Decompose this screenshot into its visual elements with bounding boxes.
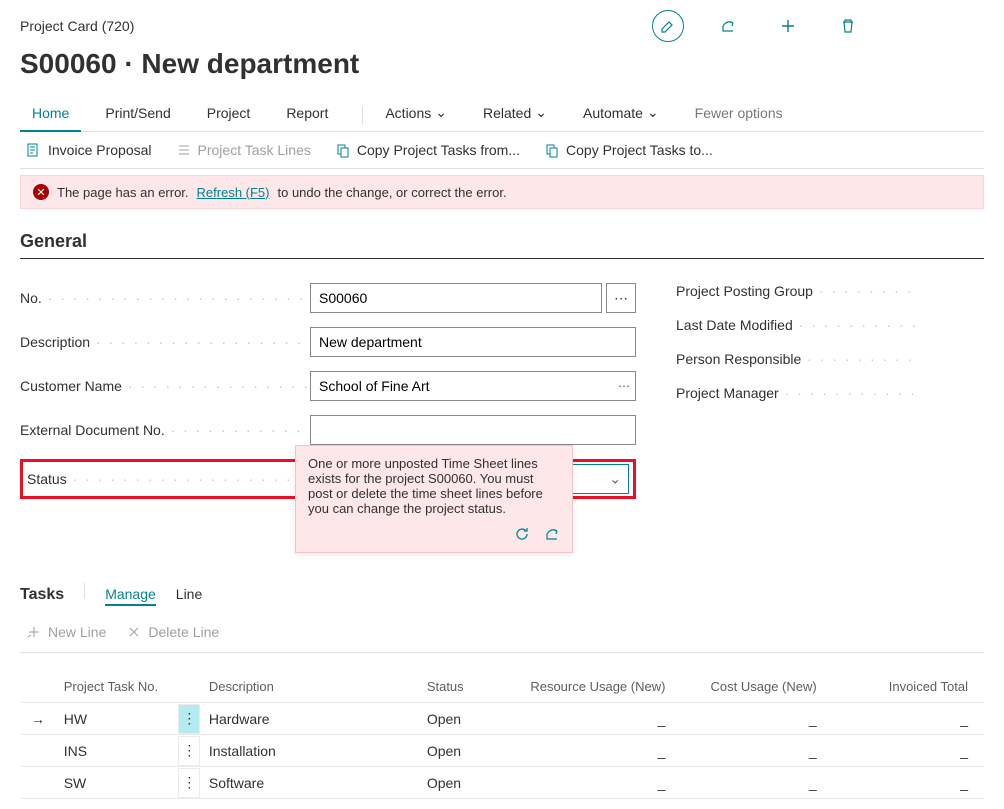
- tooltip-refresh-button[interactable]: [514, 526, 530, 542]
- new-button[interactable]: [772, 10, 804, 42]
- delete-line-icon: [126, 624, 142, 640]
- chevron-down-icon: ⌄: [647, 104, 659, 121]
- delete-line-button: Delete Line: [126, 624, 219, 640]
- cell-description[interactable]: Installation: [201, 743, 427, 759]
- copy-from-icon: [335, 142, 351, 158]
- tasks-title: Tasks: [20, 586, 64, 604]
- cell-task-no[interactable]: HW: [56, 711, 179, 727]
- col-resource-usage[interactable]: Resource Usage (New): [530, 679, 681, 694]
- invoice-icon: [26, 142, 42, 158]
- cell-resource-usage: _: [530, 743, 681, 759]
- table-row[interactable]: →HW⋮HardwareOpen___: [20, 703, 984, 735]
- tab-print[interactable]: Print/Send: [93, 99, 182, 131]
- cell-status[interactable]: Open: [427, 711, 530, 727]
- label-project-posting-group: Project Posting Group: [676, 283, 916, 299]
- cell-resource-usage: _: [530, 775, 681, 791]
- cell-task-no[interactable]: SW: [56, 775, 179, 791]
- chevron-down-icon: ⌄: [535, 104, 547, 121]
- tasks-tab-manage[interactable]: Manage: [105, 586, 156, 606]
- cell-status[interactable]: Open: [427, 775, 530, 791]
- divider: [362, 106, 363, 124]
- chevron-down-icon: ⌄: [435, 104, 447, 121]
- col-status[interactable]: Status: [427, 679, 530, 694]
- label-description: Description: [20, 334, 310, 350]
- cell-task-no[interactable]: INS: [56, 743, 179, 759]
- table-row[interactable]: INS⋮InstallationOpen___: [20, 735, 984, 767]
- col-cost-usage[interactable]: Cost Usage (New): [681, 679, 832, 694]
- tab-home[interactable]: Home: [20, 99, 81, 131]
- copy-tasks-from-button[interactable]: Copy Project Tasks from...: [335, 142, 520, 158]
- cell-status[interactable]: Open: [427, 743, 530, 759]
- section-general[interactable]: General: [20, 231, 984, 259]
- refresh-link[interactable]: Refresh (F5): [197, 185, 270, 200]
- label-external-doc: External Document No.: [20, 422, 310, 438]
- tasks-grid: Project Task No. Description Status Reso…: [20, 671, 984, 799]
- cell-invoiced-total: _: [833, 775, 984, 791]
- col-invoiced-total[interactable]: Invoiced Total: [833, 679, 984, 694]
- new-line-button: New Line: [26, 624, 106, 640]
- input-external-doc[interactable]: [310, 415, 636, 445]
- tab-related[interactable]: Related⌄: [471, 98, 559, 131]
- error-icon: ✕: [33, 184, 49, 200]
- cell-invoiced-total: _: [833, 711, 984, 727]
- col-task-no[interactable]: Project Task No.: [56, 679, 179, 694]
- divider: [84, 583, 85, 599]
- cell-cost-usage: _: [681, 711, 832, 727]
- label-project-manager: Project Manager: [676, 385, 916, 401]
- tab-report[interactable]: Report: [274, 99, 340, 131]
- cell-resource-usage: _: [530, 711, 681, 727]
- page-title: S00060 · New department: [20, 48, 984, 80]
- tab-actions[interactable]: Actions⌄: [373, 98, 459, 131]
- label-status: Status: [27, 471, 317, 487]
- cell-invoiced-total: _: [833, 743, 984, 759]
- assist-no-button[interactable]: ⋯: [606, 283, 636, 313]
- tab-automate[interactable]: Automate⌄: [571, 98, 671, 131]
- row-menu-button[interactable]: ⋮: [178, 704, 200, 734]
- tab-project[interactable]: Project: [195, 99, 263, 131]
- project-task-lines-button: Project Task Lines: [176, 142, 311, 158]
- tooltip-share-button[interactable]: [544, 526, 560, 542]
- label-person-responsible: Person Responsible: [676, 351, 916, 367]
- delete-button[interactable]: [832, 10, 864, 42]
- error-bar: ✕ The page has an error. Refresh (F5) to…: [20, 175, 984, 209]
- row-menu-button[interactable]: ⋮: [178, 768, 200, 798]
- invoice-proposal-button[interactable]: Invoice Proposal: [26, 142, 152, 158]
- input-customer[interactable]: [310, 371, 636, 401]
- cell-description[interactable]: Hardware: [201, 711, 427, 727]
- status-error-tooltip: One or more unposted Time Sheet lines ex…: [295, 445, 573, 553]
- breadcrumb: Project Card (720): [20, 18, 652, 34]
- new-line-icon: [26, 624, 42, 640]
- copy-to-icon: [544, 142, 560, 158]
- cell-cost-usage: _: [681, 743, 832, 759]
- label-customer: Customer Name: [20, 378, 310, 394]
- cell-description[interactable]: Software: [201, 775, 427, 791]
- list-icon: [176, 142, 192, 158]
- col-description[interactable]: Description: [201, 679, 427, 694]
- label-no: No.: [20, 290, 310, 306]
- tasks-tab-line[interactable]: Line: [176, 586, 202, 602]
- copy-tasks-to-button[interactable]: Copy Project Tasks to...: [544, 142, 713, 158]
- label-last-date-modified: Last Date Modified: [676, 317, 916, 333]
- cell-cost-usage: _: [681, 775, 832, 791]
- edit-button[interactable]: [652, 10, 684, 42]
- row-arrow-icon: →: [20, 711, 56, 727]
- table-row[interactable]: SW⋮SoftwareOpen___: [20, 767, 984, 799]
- tab-fewer-options[interactable]: Fewer options: [683, 99, 795, 131]
- row-menu-button[interactable]: ⋮: [178, 736, 200, 766]
- input-description[interactable]: [310, 327, 636, 357]
- lookup-icon[interactable]: ⋯: [618, 379, 630, 393]
- input-no[interactable]: [310, 283, 602, 313]
- share-button[interactable]: [712, 10, 744, 42]
